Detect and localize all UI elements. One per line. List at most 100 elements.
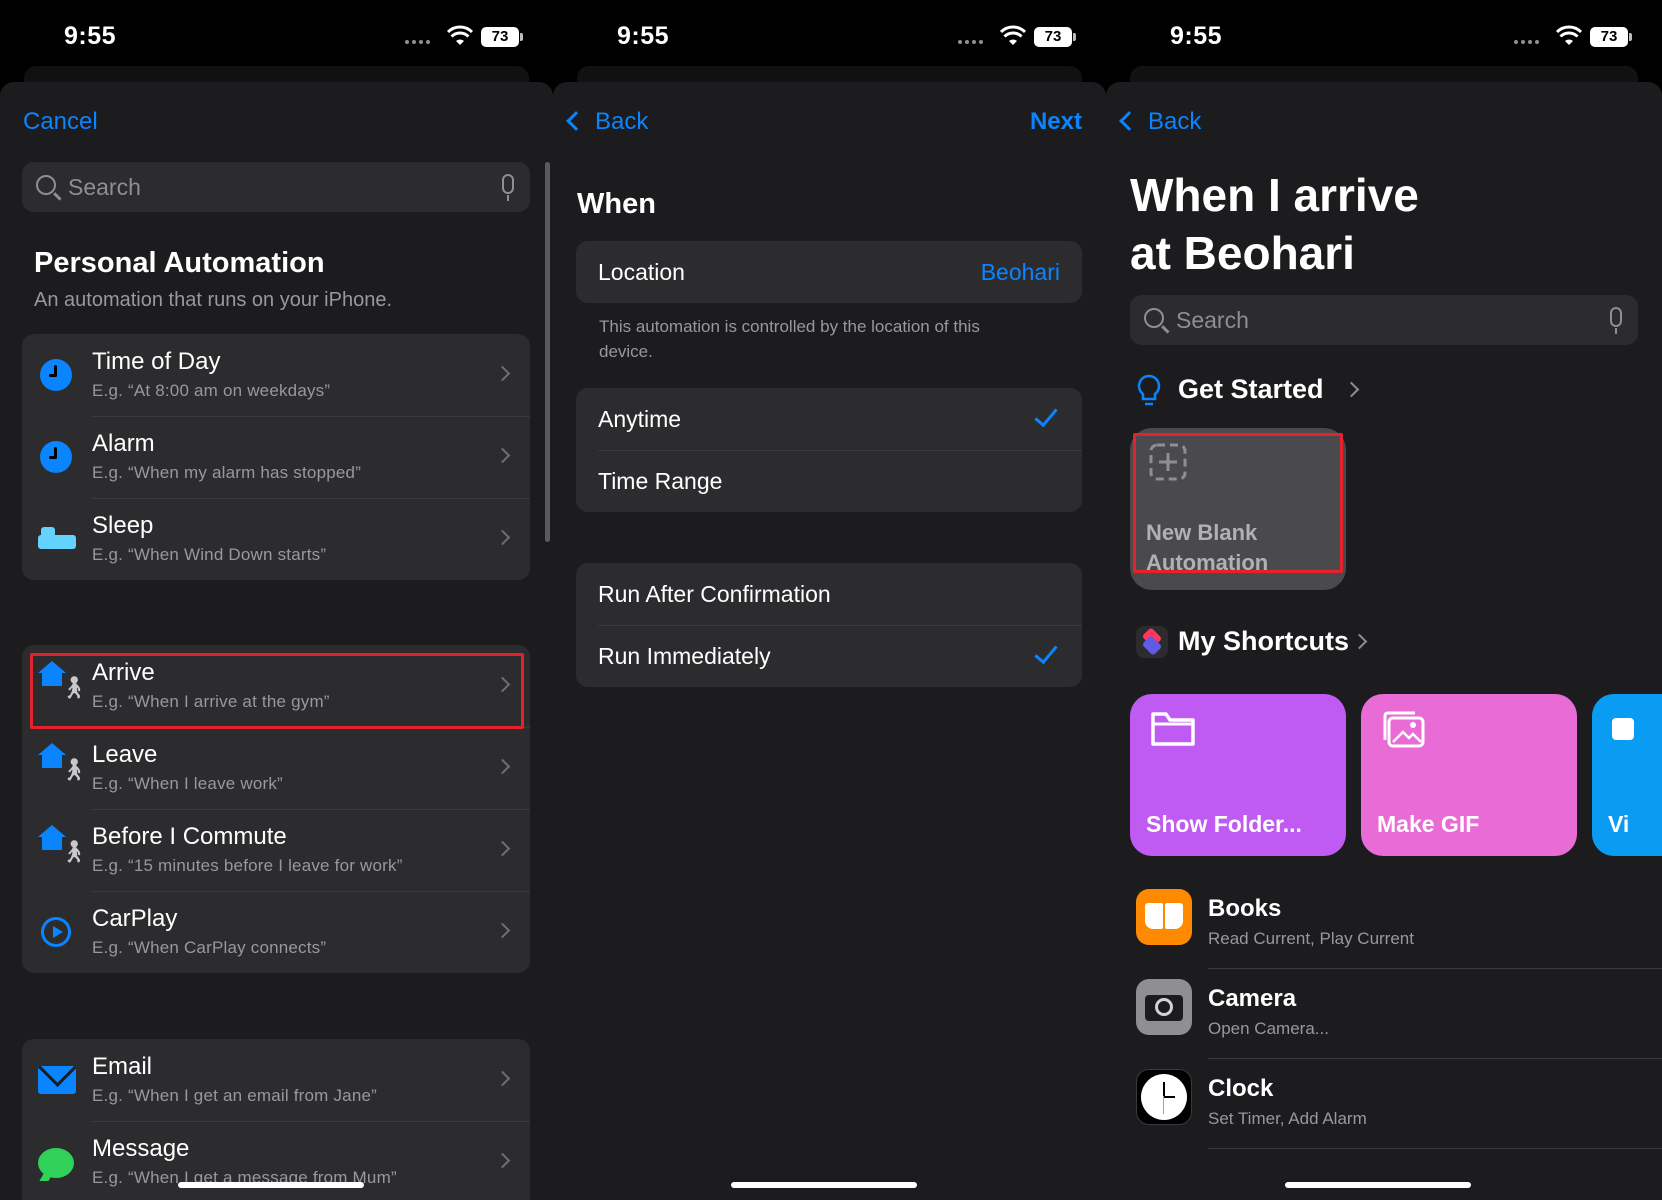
chevron-right-icon [494,840,511,857]
section-title: When [577,188,656,220]
highlight-box-arrive [30,653,524,729]
chevron-right-icon [494,529,511,546]
tile-label: Vi [1608,811,1630,837]
chevron-right-icon [494,922,511,939]
list-item-before-i-commute[interactable]: 🚶︎ Before I Commute E.g. “15 minutes bef… [22,809,530,891]
time-triggers-group: Time of Day E.g. “At 8:00 am on weekdays… [22,334,530,580]
title-line-2: at Beohari [1130,227,1355,279]
option-run-immediately[interactable]: Run Immediately [576,625,1082,687]
search-input[interactable]: Search [1130,295,1638,345]
location-row[interactable]: Location Beohari [576,241,1082,303]
next-button[interactable]: Next [1030,108,1082,136]
signal-icon [405,40,433,44]
search-placeholder: Search [68,174,141,200]
list-item-time-of-day[interactable]: Time of Day E.g. “At 8:00 am on weekdays… [22,334,530,416]
item-subtitle: E.g. “When Wind Down starts” [92,545,327,564]
house-walker-icon: 🚶︎ [38,743,88,781]
back-button[interactable]: Back [566,108,648,136]
checkmark-icon [1034,639,1058,665]
option-label: Run Immediately [598,643,771,669]
option-time-range[interactable]: Time Range [576,450,1082,512]
item-title: Message [92,1135,190,1162]
app-row-camera[interactable]: Camera Open Camera... [1130,969,1662,1059]
wifi-icon [1556,25,1582,45]
list-item-alarm[interactable]: Alarm E.g. “When my alarm has stopped” [22,416,530,498]
app-actions: Open Camera... [1208,1019,1329,1038]
search-icon [36,175,56,195]
item-subtitle: E.g. “When CarPlay connects” [92,938,327,957]
lightbulb-icon [1137,374,1161,406]
location-settings-screen: 9:55 73 Back Next When Location Beohari … [553,0,1106,1200]
item-subtitle: E.g. “15 minutes before I leave for work… [92,856,403,875]
status-time: 9:55 [1170,22,1223,50]
battery-indicator: 73 [1034,27,1076,47]
location-value[interactable]: Beohari [981,259,1060,286]
time-options-group: Anytime Time Range [576,388,1082,512]
page-title: Personal Automation [34,247,325,279]
home-indicator[interactable] [731,1182,917,1188]
sheet: Back When I arrive at Beohari Search Get… [1106,82,1662,1200]
chevron-right-icon [1343,381,1360,398]
app-actions: Read Current, Play Current [1208,929,1414,948]
bed-icon [38,521,76,557]
photos-icon [1383,711,1425,748]
option-label: Time Range [598,468,723,494]
search-input[interactable]: Search [22,162,530,212]
chevron-right-icon [494,1070,511,1087]
scrollbar[interactable] [545,162,550,542]
divider [1208,1148,1662,1149]
list-item-message[interactable]: Message E.g. “When I get a message from … [22,1121,530,1200]
chevron-right-icon [494,365,511,382]
app-row-books[interactable]: Books Read Current, Play Current [1130,879,1662,969]
location-label: Location [598,259,685,285]
automation-type-screen: 9:55 73 Cancel Search Personal Automatio… [0,0,553,1200]
item-title: Email [92,1053,153,1080]
app-name: Clock [1208,1075,1274,1102]
chevron-right-icon [1351,633,1368,650]
status-bar: 9:55 73 [1106,0,1662,75]
item-subtitle: E.g. “When I get an email from Jane” [92,1086,377,1105]
battery-indicator: 73 [481,27,523,47]
list-item-email[interactable]: Email E.g. “When I get an email from Jan… [22,1039,530,1121]
carplay-icon [38,914,74,950]
signal-icon [958,40,986,44]
option-run-after-confirmation[interactable]: Run After Confirmation [576,563,1082,625]
select-action-screen: 9:55 73 Back When I arrive at Beohari Se… [1106,0,1662,1200]
microphone-icon[interactable] [502,174,514,201]
back-button[interactable]: Back [1119,108,1201,136]
tile-label: Make GIF [1377,811,1480,837]
shortcut-tile-partial[interactable]: Vi [1592,694,1662,856]
chevron-left-icon [566,111,586,131]
folder-icon [1151,712,1195,746]
item-title: CarPlay [92,905,178,932]
status-bar: 9:55 73 [553,0,1106,75]
list-item-sleep[interactable]: Sleep E.g. “When Wind Down starts” [22,498,530,580]
item-subtitle: E.g. “When my alarm has stopped” [92,463,362,482]
list-item-carplay[interactable]: CarPlay E.g. “When CarPlay connects” [22,891,530,973]
books-icon [1136,889,1192,945]
shortcut-icon [1612,718,1634,740]
status-bar: 9:55 73 [0,0,553,75]
my-shortcuts-label: My Shortcuts [1178,626,1350,656]
app-row-clock[interactable]: Clock Set Timer, Add Alarm [1130,1059,1662,1149]
shortcut-tile-show-folder[interactable]: Show Folder... [1130,694,1346,856]
shortcuts-app-icon [1136,626,1168,658]
microphone-icon[interactable] [1610,307,1622,334]
home-indicator[interactable] [1285,1182,1471,1188]
communication-triggers-group: Email E.g. “When I get an email from Jan… [22,1039,530,1200]
status-time: 9:55 [617,22,670,50]
home-indicator[interactable] [178,1182,364,1188]
option-anytime[interactable]: Anytime [576,388,1082,450]
app-name: Camera [1208,985,1297,1012]
shortcut-tile-make-gif[interactable]: Make GIF [1361,694,1577,856]
item-title: Leave [92,741,158,768]
sheet: Back Next When Location Beohari This aut… [553,82,1106,1200]
list-item-leave[interactable]: 🚶︎ Leave E.g. “When I leave work” [22,727,530,809]
cancel-button[interactable]: Cancel [23,108,98,136]
house-walker-icon: 🚶︎ [38,825,88,863]
item-title: Before I Commute [92,823,287,850]
alarm-clock-icon [38,439,74,475]
wifi-icon [1000,25,1026,45]
chevron-left-icon [1119,111,1139,131]
item-title: Sleep [92,512,154,539]
